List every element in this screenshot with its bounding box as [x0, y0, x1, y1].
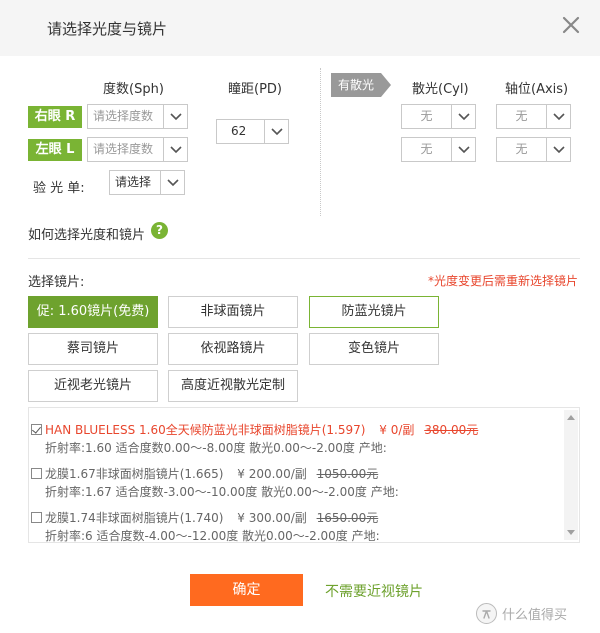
pd-value: 62 — [231, 124, 247, 138]
left-eye-label: 左眼 L — [28, 139, 82, 161]
left-axis-select[interactable]: 无 — [496, 137, 571, 162]
product-price: ¥ 300.00/副 — [237, 511, 307, 525]
help-icon[interactable]: ? — [151, 222, 168, 239]
astigmatism-tag-label: 有散光 — [331, 73, 381, 97]
lens-option-essilor[interactable]: 依视路镜片 — [168, 333, 298, 365]
lens-warning: *光度变更后需重新选择镜片 — [427, 274, 578, 288]
product-name: HAN BLUELESS 1.60全天候防蓝光非球面树脂镜片(1.597) — [45, 423, 366, 437]
product-specs: 折射率:6 适合度数-4.00～-12.00度 散光0.00～-2.00度 产地… — [45, 529, 380, 543]
right-cyl-value: 无 — [420, 109, 433, 123]
lens-section-label: 选择镜片: — [28, 275, 85, 290]
prescription-sheet-select[interactable]: 请选择 — [109, 170, 185, 195]
left-axis-value: 无 — [515, 142, 528, 156]
lens-option-photochromic[interactable]: 变色镜片 — [309, 333, 439, 365]
left-sph-select[interactable]: 请选择度数 — [87, 137, 188, 162]
product-price: ¥ 200.00/副 — [237, 467, 307, 481]
lens-option-zeiss[interactable]: 蔡司镜片 — [28, 333, 158, 365]
vertical-divider — [320, 68, 321, 216]
product-specs: 折射率:1.67 适合度数-3.00～-10.00度 散光0.00～-2.00度… — [45, 485, 399, 499]
product-checkbox[interactable] — [31, 468, 42, 479]
product-specs: 折射率:1.60 适合度数0.00～-8.00度 散光0.00～-2.00度 产… — [45, 441, 387, 455]
product-original-price: 1650.00元 — [316, 511, 379, 525]
chevron-down-icon — [160, 171, 184, 194]
lens-option-blue-light[interactable]: 防蓝光镜片 — [309, 296, 439, 328]
chevron-down-icon — [264, 120, 288, 143]
chevron-down-icon — [546, 105, 570, 128]
pd-select[interactable]: 62 — [216, 119, 289, 144]
lens-option-custom-high[interactable]: 高度近视散光定制 — [168, 370, 298, 402]
product-checkbox[interactable] — [31, 512, 42, 523]
lens-option-progressive[interactable]: 近视老光镜片 — [28, 370, 158, 402]
list-item[interactable]: 龙膜1.67非球面树脂镜片(1.665) ¥ 200.00/副 1050.00元… — [29, 462, 565, 504]
help-link[interactable]: 如何选择光度和镜片 — [28, 224, 145, 243]
product-original-price: 1050.00元 — [316, 467, 379, 481]
chevron-down-icon — [451, 105, 475, 128]
pd-header: 瞳距(PD) — [228, 82, 282, 97]
prescription-sheet-label: 验 光 单: — [33, 181, 85, 196]
right-axis-value: 无 — [515, 109, 528, 123]
right-sph-select[interactable]: 请选择度数 — [87, 104, 188, 129]
axis-header: 轴位(Axis) — [505, 82, 569, 97]
dialog-header: 请选择光度与镜片 — [0, 0, 600, 56]
right-sph-value: 请选择度数 — [93, 109, 154, 123]
scroll-up-icon[interactable] — [567, 415, 575, 420]
product-price: ¥ 0/副 — [379, 423, 415, 437]
left-cyl-select[interactable]: 无 — [401, 137, 476, 162]
product-list: HAN BLUELESS 1.60全天候防蓝光非球面树脂镜片(1.597) ¥ … — [28, 407, 580, 543]
chevron-down-icon — [546, 138, 570, 161]
no-lens-link[interactable]: 不需要近视镜片 — [325, 581, 423, 601]
right-eye-label: 右眼 R — [28, 106, 82, 128]
chevron-down-icon — [451, 138, 475, 161]
product-original-price: 380.00元 — [424, 423, 479, 437]
chevron-down-icon — [163, 105, 187, 128]
product-list-scrollbar[interactable] — [564, 410, 578, 540]
scroll-down-icon[interactable] — [567, 530, 575, 535]
right-axis-select[interactable]: 无 — [496, 104, 571, 129]
sph-header: 度数(Sph) — [103, 82, 164, 97]
watermark-text: 什么值得买 — [502, 608, 568, 623]
lens-option-free-160[interactable]: 促: 1.60镜片(免费) — [28, 296, 158, 328]
right-cyl-select[interactable]: 无 — [401, 104, 476, 129]
product-name: 龙膜1.74非球面树脂镜片(1.740) — [45, 511, 224, 525]
list-item[interactable]: 龙膜1.74非球面树脂镜片(1.740) ¥ 300.00/副 1650.00元… — [29, 506, 565, 543]
smzdm-logo-icon — [476, 603, 497, 624]
prescription-sheet-value: 请选择 — [115, 175, 152, 189]
product-checkbox[interactable] — [31, 424, 42, 435]
confirm-button[interactable]: 确定 — [190, 574, 303, 606]
left-sph-value: 请选择度数 — [93, 142, 154, 156]
product-name: 龙膜1.67非球面树脂镜片(1.665) — [45, 467, 224, 481]
arrow-tip — [381, 73, 391, 97]
astigmatism-tag[interactable]: 有散光 — [331, 73, 391, 97]
lens-option-aspheric[interactable]: 非球面镜片 — [168, 296, 298, 328]
chevron-down-icon — [163, 138, 187, 161]
section-divider — [28, 258, 580, 259]
close-icon[interactable] — [560, 14, 582, 36]
cyl-header: 散光(Cyl) — [412, 82, 469, 97]
left-cyl-value: 无 — [420, 142, 433, 156]
watermark: 什么值得买 — [476, 602, 596, 626]
dialog-title: 请选择光度与镜片 — [47, 20, 168, 38]
list-item[interactable]: HAN BLUELESS 1.60全天候防蓝光非球面树脂镜片(1.597) ¥ … — [29, 418, 565, 460]
